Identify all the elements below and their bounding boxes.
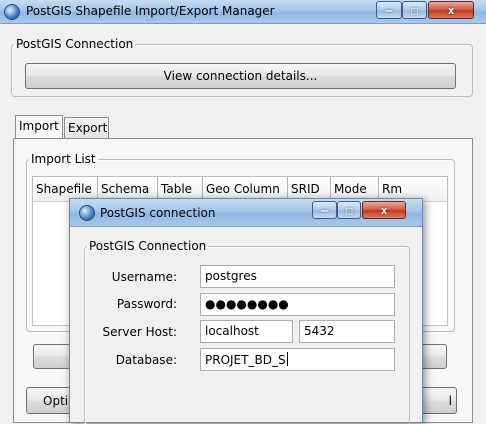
dialog-maximize-button[interactable]: □ — [337, 201, 361, 219]
database-field-value: PROJET_BD_S — [205, 353, 286, 367]
postgis-app-icon — [4, 4, 20, 20]
database-label: Database: — [115, 353, 177, 367]
postgis-connection-dialog: PostGIS connection – □ x PostGIS Connect… — [69, 198, 423, 424]
password-field[interactable]: ●●●●●●●● — [200, 293, 395, 316]
server-host-label: Server Host: — [102, 325, 177, 339]
dialog-title: PostGIS connection — [100, 206, 216, 220]
import-list-legend: Import List — [31, 152, 96, 166]
main-window-title: PostGIS Shapefile Import/Export Manager — [26, 4, 275, 18]
port-field[interactable]: 5432 — [299, 320, 395, 343]
postgis-connection-legend: PostGIS Connection — [16, 37, 134, 51]
dialog-title-bar: PostGIS connection – □ x — [70, 199, 422, 227]
username-label: Username: — [111, 270, 177, 284]
dialog-minimize-button[interactable]: – — [312, 201, 337, 219]
options-button-label: Opti — [43, 393, 69, 408]
tab-import[interactable]: Import — [15, 115, 63, 139]
username-field[interactable]: postgres — [200, 265, 395, 288]
server-host-field[interactable]: localhost — [200, 320, 293, 343]
dialog-app-icon — [79, 205, 95, 221]
database-field[interactable]: PROJET_BD_S — [200, 348, 395, 371]
maximize-button[interactable]: □ — [402, 1, 427, 19]
dialog-close-button[interactable]: x — [362, 201, 406, 219]
dialog-connection-legend: PostGIS Connection — [89, 239, 207, 253]
tab-export[interactable]: Export — [64, 117, 109, 139]
minimize-button[interactable]: – — [376, 1, 402, 19]
text-cursor — [286, 352, 288, 366]
password-label: Password: — [116, 297, 177, 311]
close-button[interactable]: x — [428, 1, 474, 19]
main-title-bar: PostGIS Shapefile Import/Export Manager … — [0, 0, 486, 24]
view-connection-details-button[interactable]: View connection details... — [25, 63, 456, 89]
cancel-button-label: l — [448, 393, 452, 408]
